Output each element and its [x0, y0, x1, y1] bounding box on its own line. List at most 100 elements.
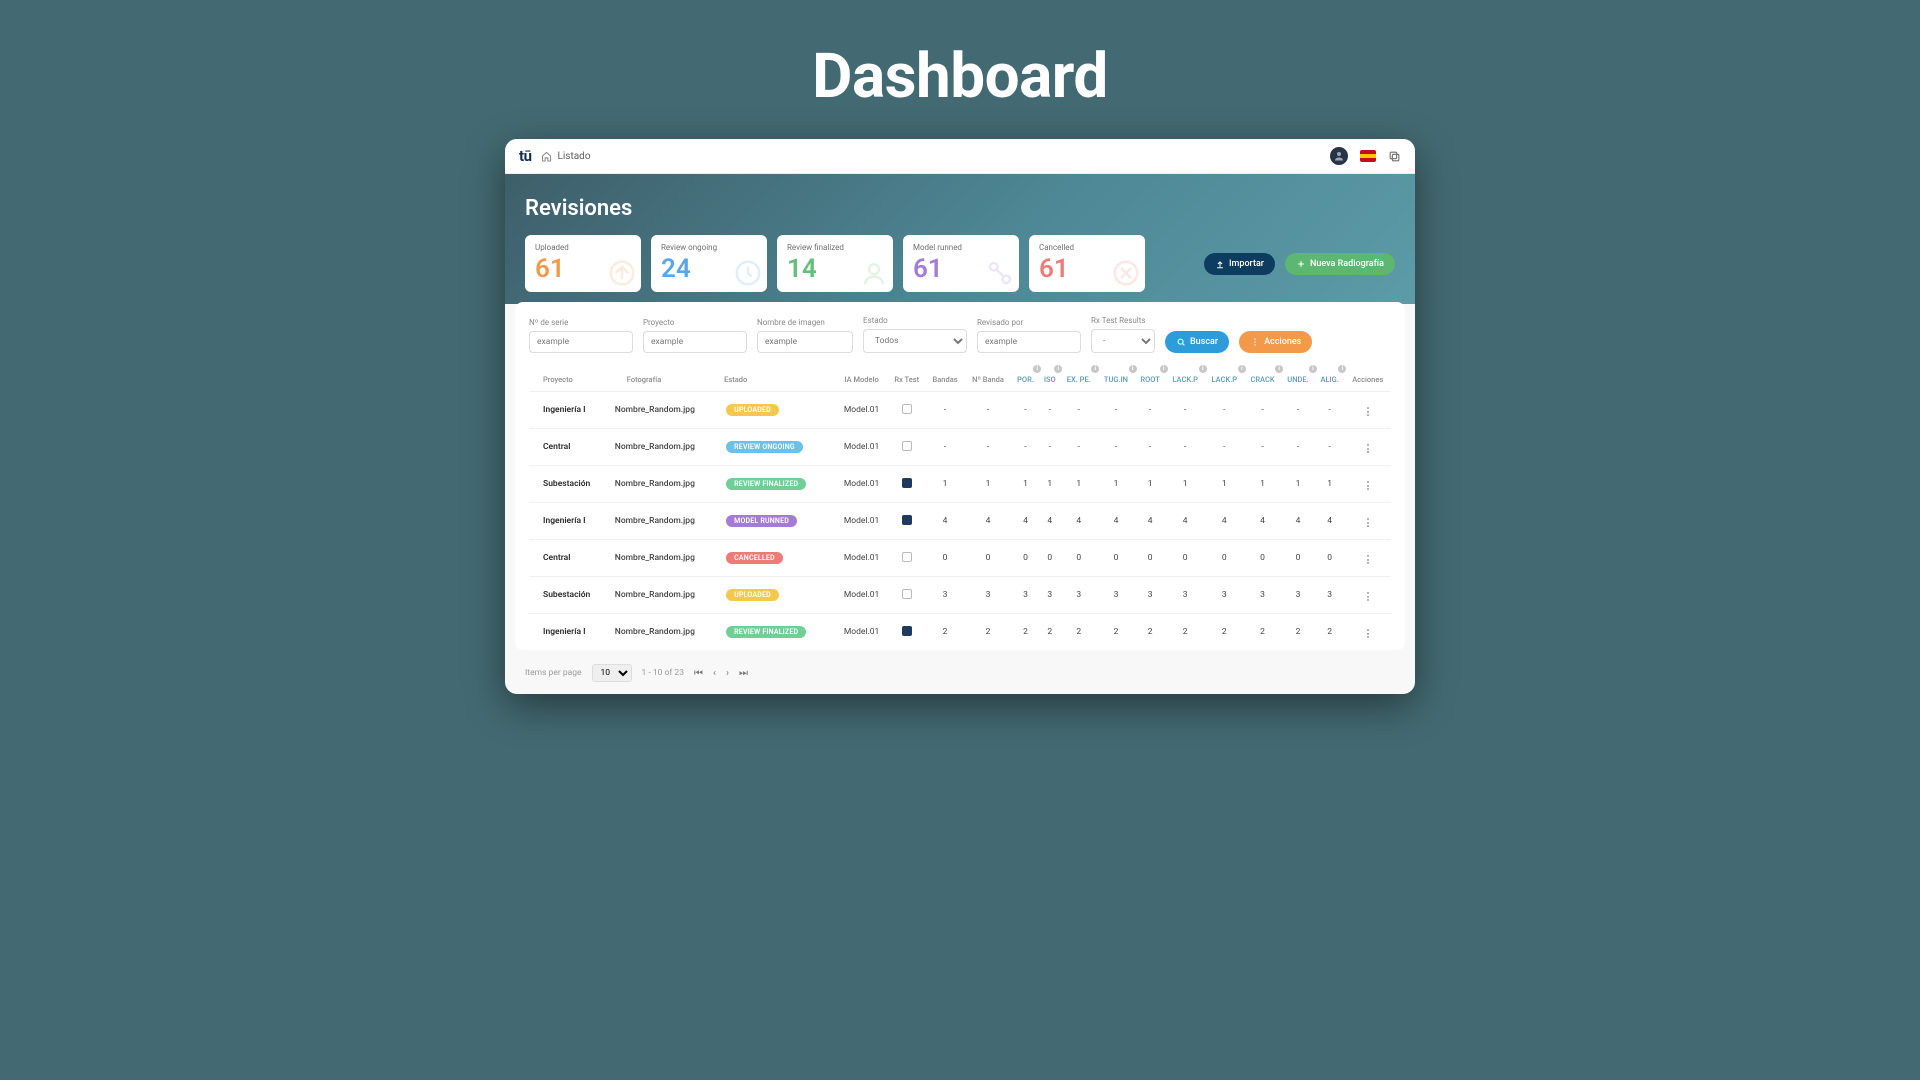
cell-value: 2	[1097, 614, 1134, 651]
col-defect[interactable]: ALIG.i	[1315, 367, 1345, 392]
col-defect[interactable]: CRACKi	[1244, 367, 1281, 392]
kebab-icon[interactable]	[1365, 553, 1371, 566]
filter-proyecto-input[interactable]	[643, 331, 747, 353]
cell-value: -	[1039, 392, 1060, 429]
new-label: Nueva Radiografía	[1310, 259, 1384, 269]
pager-perpage-select[interactable]: 10	[592, 664, 632, 682]
col-defect[interactable]: TUG.INi	[1097, 367, 1134, 392]
table-row: Ingeniería I Nombre_Random.jpg UPLOADED …	[529, 392, 1391, 429]
rx-checkbox[interactable]	[902, 552, 912, 562]
cell-value: 3	[1097, 577, 1134, 614]
filter-rx-select[interactable]: -	[1091, 329, 1155, 353]
cell-value: -	[1135, 429, 1166, 466]
cell-actions	[1344, 540, 1391, 577]
col-defect[interactable]: EX. PE.i	[1060, 367, 1097, 392]
filter-estado-select[interactable]: Todos	[863, 329, 967, 353]
cell-value: 2	[1244, 614, 1281, 651]
cell-fotografia[interactable]: Nombre_Random.jpg	[613, 540, 724, 577]
cell-value: 1	[1166, 466, 1205, 503]
cell-fotografia[interactable]: Nombre_Random.jpg	[613, 392, 724, 429]
col-defect[interactable]: LACK.Pi	[1166, 367, 1205, 392]
filter-proyecto-label: Proyecto	[643, 318, 747, 327]
cell-value: -	[1060, 429, 1097, 466]
cell-fotografia[interactable]: Nombre_Random.jpg	[613, 614, 724, 651]
pager-next-icon[interactable]: ›	[726, 668, 729, 679]
flag-es-icon[interactable]	[1360, 150, 1376, 162]
col-defect[interactable]: POR.i	[1012, 367, 1039, 392]
cell-modelo: Model.01	[835, 392, 887, 429]
col-defect[interactable]: ROOTi	[1135, 367, 1166, 392]
cell-proyecto: Central	[529, 429, 613, 466]
filter-serie-label: Nº de serie	[529, 318, 633, 327]
col-bandas[interactable]: Bandas	[926, 367, 965, 392]
filter-revisado: Revisado por	[977, 318, 1081, 353]
col-nbanda[interactable]: Nº Banda	[964, 367, 1011, 392]
kebab-icon[interactable]	[1365, 516, 1371, 529]
pager-last-icon[interactable]: ⏭	[739, 668, 748, 679]
pager-label: Items per page	[525, 668, 582, 678]
kebab-icon[interactable]	[1365, 590, 1371, 603]
col-defect[interactable]: UNDE.i	[1281, 367, 1315, 392]
stat-icon	[859, 258, 889, 288]
stat-icon	[733, 258, 763, 288]
col-fotografia[interactable]: Fotografía	[613, 367, 724, 392]
rx-checkbox[interactable]	[902, 441, 912, 451]
stat-label: Cancelled	[1039, 243, 1135, 252]
kebab-icon[interactable]	[1365, 405, 1371, 418]
stat-icon	[1111, 258, 1141, 288]
cell-value: 4	[926, 503, 965, 540]
rx-checkbox[interactable]	[902, 589, 912, 599]
kebab-icon[interactable]	[1365, 479, 1371, 492]
pager-prev-icon[interactable]: ‹	[713, 668, 716, 679]
new-radiography-button[interactable]: Nueva Radiografía	[1285, 253, 1395, 275]
avatar[interactable]	[1330, 147, 1348, 165]
filter-revisado-input[interactable]	[977, 331, 1081, 353]
logo: tū	[519, 147, 531, 165]
cell-fotografia[interactable]: Nombre_Random.jpg	[613, 466, 724, 503]
filter-serie-input[interactable]	[529, 331, 633, 353]
cell-value: -	[926, 429, 965, 466]
col-defect[interactable]: ISOi	[1039, 367, 1060, 392]
kebab-icon[interactable]	[1365, 627, 1371, 640]
cell-value: 0	[1315, 540, 1345, 577]
upload-icon	[1215, 259, 1225, 269]
col-iamodelo[interactable]: IA Modelo	[835, 367, 887, 392]
filter-serie: Nº de serie	[529, 318, 633, 353]
cell-fotografia[interactable]: Nombre_Random.jpg	[613, 429, 724, 466]
rx-checkbox[interactable]	[902, 515, 912, 525]
status-badge: REVIEW ONGOING	[726, 441, 803, 453]
search-button[interactable]: Buscar	[1165, 331, 1229, 353]
col-proyecto[interactable]: Proyecto	[529, 367, 613, 392]
cell-value: 0	[1135, 540, 1166, 577]
cell-rx	[888, 577, 926, 614]
status-badge: CANCELLED	[726, 552, 783, 564]
cell-fotografia[interactable]: Nombre_Random.jpg	[613, 503, 724, 540]
actions-button[interactable]: Acciones	[1239, 331, 1312, 353]
col-rxtest[interactable]: Rx Test	[888, 367, 926, 392]
cell-modelo: Model.01	[835, 540, 887, 577]
cell-value: 0	[1039, 540, 1060, 577]
cell-fotografia[interactable]: Nombre_Random.jpg	[613, 577, 724, 614]
cell-value: 1	[926, 466, 965, 503]
cell-rx	[888, 466, 926, 503]
breadcrumb[interactable]: Listado	[541, 151, 590, 162]
pager-first-icon[interactable]: ⏮	[694, 668, 703, 679]
col-estado[interactable]: Estado	[724, 367, 835, 392]
stat-label: Review finalized	[787, 243, 883, 252]
filter-imagen-input[interactable]	[757, 331, 853, 353]
cell-value: -	[1012, 392, 1039, 429]
copy-icon[interactable]	[1388, 150, 1401, 163]
cell-value: 4	[1039, 503, 1060, 540]
import-button[interactable]: Importar	[1204, 253, 1275, 275]
cell-estado: MODEL RUNNED	[724, 503, 835, 540]
cell-value: 1	[1097, 466, 1134, 503]
table-row: Central Nombre_Random.jpg REVIEW ONGOING…	[529, 429, 1391, 466]
col-defect[interactable]: LACK.Pi	[1205, 367, 1244, 392]
rx-checkbox[interactable]	[902, 404, 912, 414]
rx-checkbox[interactable]	[902, 478, 912, 488]
cell-estado: UPLOADED	[724, 392, 835, 429]
kebab-icon[interactable]	[1365, 442, 1371, 455]
stat-card: Cancelled 61	[1029, 235, 1145, 292]
rx-checkbox[interactable]	[902, 626, 912, 636]
cell-value: -	[1135, 392, 1166, 429]
